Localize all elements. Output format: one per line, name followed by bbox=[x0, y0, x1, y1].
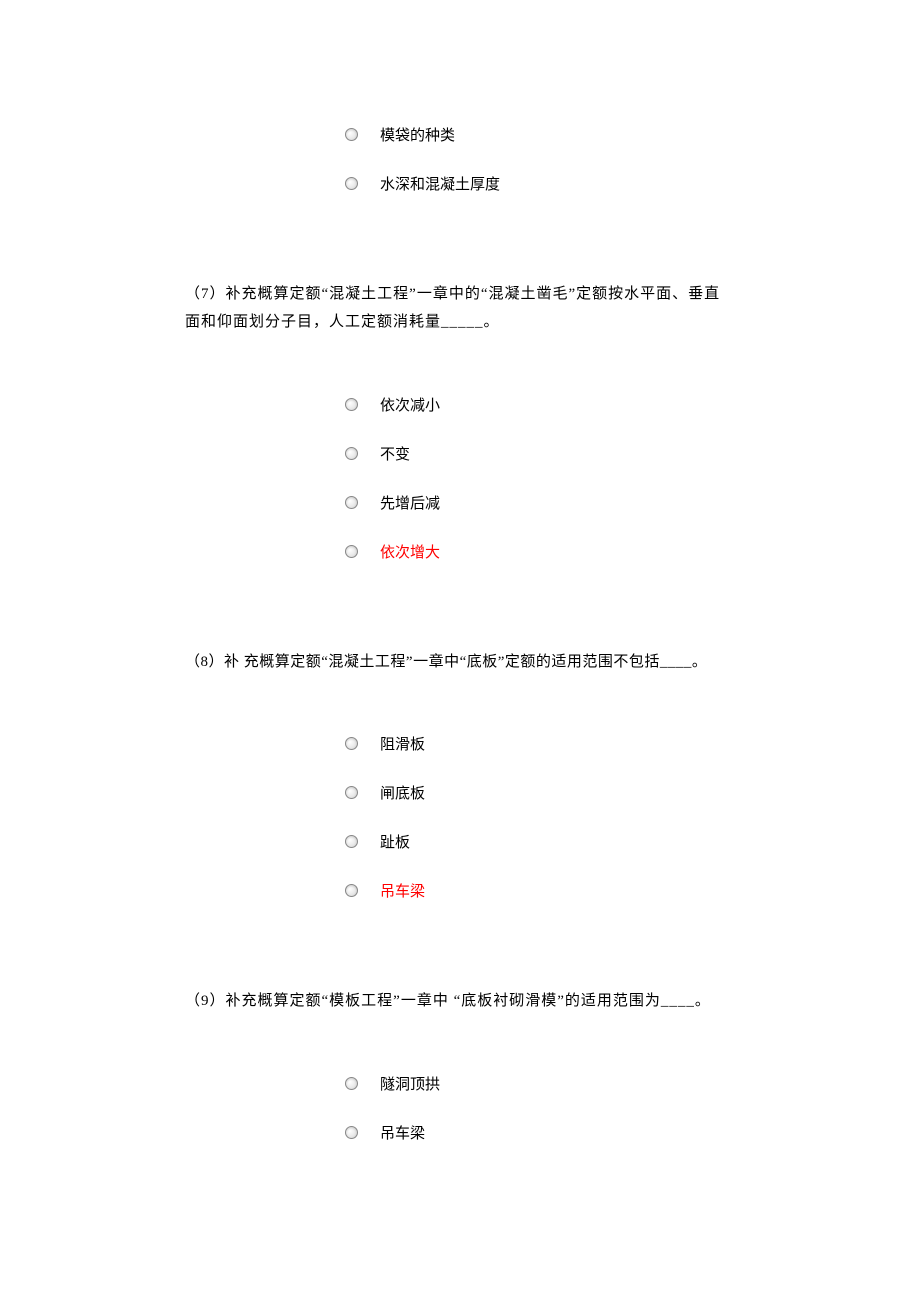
question-7: （7）补充概算定额“混凝土工程”一章中的“混凝土凿毛”定额按水平面、垂直面和仰面… bbox=[185, 281, 735, 564]
question-body: 补充概算定额“混凝土工程”一章中的“混凝土凿毛”定额按水平面、垂直面和仰面划分子… bbox=[185, 286, 720, 330]
option-row: 不变 bbox=[185, 441, 735, 466]
option-label-highlight: 吊车梁 bbox=[380, 878, 425, 903]
radio-icon[interactable] bbox=[345, 398, 358, 411]
question-number: （7） bbox=[185, 286, 226, 302]
option-label: 阻滑板 bbox=[380, 731, 425, 756]
option-row: 水深和混凝土厚度 bbox=[185, 171, 735, 196]
radio-icon[interactable] bbox=[345, 177, 358, 190]
option-label: 隧洞顶拱 bbox=[380, 1071, 440, 1096]
question-text: （8）补 充概算定额“混凝土工程”一章中“底板”定额的适用范围不包括____。 bbox=[185, 649, 735, 677]
question-9: （9）补充概算定额“模板工程”一章中 “底板衬砌滑模”的适用范围为____。 隧… bbox=[185, 988, 735, 1145]
radio-icon[interactable] bbox=[345, 737, 358, 750]
radio-icon[interactable] bbox=[345, 1077, 358, 1090]
option-label: 模袋的种类 bbox=[380, 122, 455, 147]
options-group: 依次减小 不变 先增后减 依次增大 bbox=[185, 392, 735, 564]
option-label: 闸底板 bbox=[380, 780, 425, 805]
option-row: 依次减小 bbox=[185, 392, 735, 417]
option-row: 趾板 bbox=[185, 829, 735, 854]
question-text: （9）补充概算定额“模板工程”一章中 “底板衬砌滑模”的适用范围为____。 bbox=[185, 988, 735, 1016]
radio-icon[interactable] bbox=[345, 496, 358, 509]
option-row: 吊车梁 bbox=[185, 1120, 735, 1145]
question-number: （9） bbox=[185, 993, 226, 1009]
question-body: 补充概算定额“模板工程”一章中 “底板衬砌滑模”的适用范围为____。 bbox=[226, 993, 711, 1009]
radio-icon[interactable] bbox=[345, 835, 358, 848]
option-label: 吊车梁 bbox=[380, 1120, 425, 1145]
option-row: 先增后减 bbox=[185, 490, 735, 515]
radio-icon[interactable] bbox=[345, 884, 358, 897]
option-label: 趾板 bbox=[380, 829, 410, 854]
radio-icon[interactable] bbox=[345, 786, 358, 799]
radio-icon[interactable] bbox=[345, 545, 358, 558]
options-group: 隧洞顶拱 吊车梁 bbox=[185, 1071, 735, 1145]
option-row: 模袋的种类 bbox=[185, 122, 735, 147]
question-body: 补 充概算定额“混凝土工程”一章中“底板”定额的适用范围不包括____。 bbox=[224, 654, 707, 670]
option-row: 闸底板 bbox=[185, 780, 735, 805]
option-label: 不变 bbox=[380, 441, 410, 466]
option-row: 依次增大 bbox=[185, 539, 735, 564]
question-number: （8） bbox=[185, 654, 224, 670]
option-row: 隧洞顶拱 bbox=[185, 1071, 735, 1096]
radio-icon[interactable] bbox=[345, 447, 358, 460]
question-8: （8）补 充概算定额“混凝土工程”一章中“底板”定额的适用范围不包括____。 … bbox=[185, 649, 735, 904]
radio-icon[interactable] bbox=[345, 128, 358, 141]
option-row: 阻滑板 bbox=[185, 731, 735, 756]
option-label-highlight: 依次增大 bbox=[380, 539, 440, 564]
question-text: （7）补充概算定额“混凝土工程”一章中的“混凝土凿毛”定额按水平面、垂直面和仰面… bbox=[185, 281, 735, 337]
option-label: 水深和混凝土厚度 bbox=[380, 171, 500, 196]
options-group: 阻滑板 闸底板 趾板 吊车梁 bbox=[185, 731, 735, 903]
option-label: 依次减小 bbox=[380, 392, 440, 417]
option-row: 吊车梁 bbox=[185, 878, 735, 903]
radio-icon[interactable] bbox=[345, 1126, 358, 1139]
option-label: 先增后减 bbox=[380, 490, 440, 515]
